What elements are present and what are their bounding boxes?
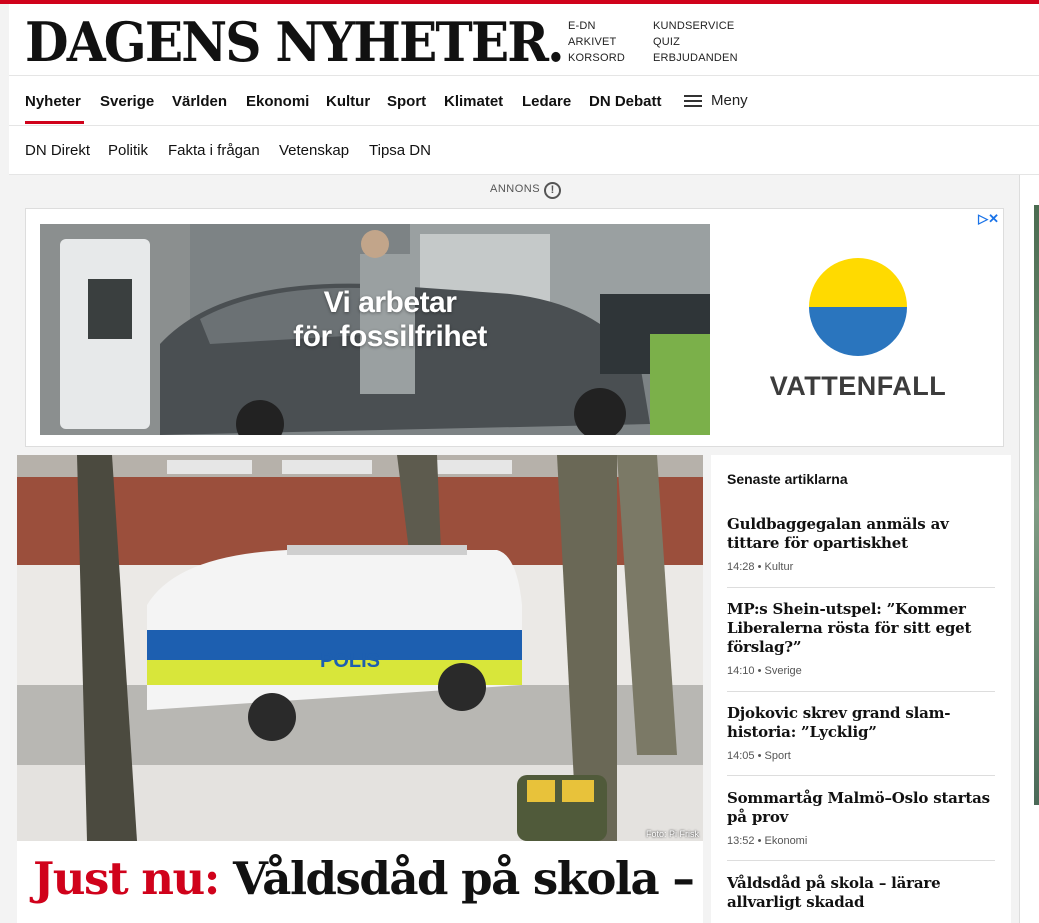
quick-link-korsord[interactable]: KORSORD [568,50,625,66]
ad-headline-line1: Vi arbetar [323,286,457,319]
main-article-card[interactable]: POLIS Foto: Pi Frisk Just nu: Våldsdåd p… [17,455,703,923]
latest-item[interactable]: Djokovic skrev grand slam-historia: ”Lyc… [727,704,995,776]
ad-image: Vi arbetar för fossilfrihet [40,224,710,435]
latest-item-title: Djokovic skrev grand slam-historia: ”Lyc… [727,704,951,741]
headline-text: Våldsdåd på skola – [233,852,695,905]
nav-item-varlden[interactable]: Världen [172,93,227,110]
ad-headline-line2: för fossilfrihet [293,320,487,353]
latest-item-meta: 14:28 • Kultur [727,561,794,573]
hero-photo-svg: POLIS [17,455,703,841]
nav-item-sport[interactable]: Sport [387,93,426,110]
menu-label: Meny [711,92,748,109]
latest-item-title: Sommartåg Malmö–Oslo startas på prov [727,789,990,826]
vehicle-text: POLIS [320,650,380,672]
latest-item[interactable]: Guldbaggegalan anmäls av tittare för opa… [727,515,995,588]
latest-item[interactable]: Sommartåg Malmö–Oslo startas på prov 13:… [727,789,995,861]
subnav-item-fakta[interactable]: Fakta i frågan [168,142,260,159]
latest-item-meta: 13:52 • Ekonomi [727,835,808,847]
quick-links-col1: E-DN ARKIVET KORSORD [568,18,625,66]
ad-brand-name: VATTENFALL [769,371,947,401]
subnav-item-politik[interactable]: Politik [108,142,148,159]
article-headline[interactable]: Just nu: Våldsdåd på skola – [33,852,695,905]
nav-item-ekonomi[interactable]: Ekonomi [246,93,309,110]
latest-item-meta: 14:05 • Sport [727,750,791,762]
subnav-item-dn-direkt[interactable]: DN Direkt [25,142,90,159]
sub-nav: DN Direkt Politik Fakta i frågan Vetensk… [9,126,1039,175]
quick-link-edn[interactable]: E-DN [568,18,625,34]
right-ad-strip [1034,205,1039,805]
quick-link-quiz[interactable]: QUIZ [653,34,738,50]
vattenfall-logo-icon [809,258,907,356]
quick-link-arkivet[interactable]: ARKIVET [568,34,625,50]
ad-label: ANNONS [490,183,541,195]
latest-item-title: Våldsdåd på skola – lärare allvarligt sk… [727,874,941,911]
menu-button[interactable]: Meny [684,92,748,110]
nav-item-klimatet[interactable]: Klimatet [444,93,503,110]
nav-active-indicator [25,121,84,124]
site-header: DAGENS NYHETER. E-DN ARKIVET KORSORD KUN… [9,4,1039,76]
latest-item[interactable]: MP:s Shein-utspel: ”Kommer Liberalerna r… [727,600,995,692]
latest-item-title: Guldbaggegalan anmäls av tittare för opa… [727,515,949,552]
ad-headline: Vi arbetar för fossilfrihet [240,286,540,354]
quick-link-erbjudanden[interactable]: ERBJUDANDEN [653,50,738,66]
ad-banner[interactable]: ▷✕ Vi arbetar för fossilfrihet VATTENFAL… [25,208,1004,447]
latest-item[interactable]: Våldsdåd på skola – lärare allvarligt sk… [727,874,995,923]
ad-info-icon[interactable]: ! [544,182,561,199]
subnav-item-tipsa[interactable]: Tipsa DN [369,142,431,159]
quick-link-kundservice[interactable]: KUNDSERVICE [653,18,738,34]
main-nav: Nyheter Sverige Världen Ekonomi Kultur S… [9,76,1039,126]
nav-item-kultur[interactable]: Kultur [326,93,370,110]
latest-title: Senaste artiklarna [727,471,848,487]
latest-item-meta: 14:10 • Sverige [727,665,802,677]
photo-credit: Foto: Pi Frisk [645,829,699,839]
nav-item-nyheter[interactable]: Nyheter [25,93,81,110]
quick-links-col2: KUNDSERVICE QUIZ ERBJUDANDEN [653,18,738,66]
latest-item-title: MP:s Shein-utspel: ”Kommer Liberalerna r… [727,600,972,656]
site-logo[interactable]: DAGENS NYHETER. [25,10,565,74]
nav-item-ledare[interactable]: Ledare [522,93,571,110]
hamburger-icon [684,92,702,110]
ad-choices-icon[interactable]: ▷✕ [978,211,999,227]
nav-item-sverige[interactable]: Sverige [100,93,154,110]
nav-item-dn-debatt[interactable]: DN Debatt [589,93,662,110]
latest-articles-panel: Senaste artiklarna Guldbaggegalan anmäls… [711,455,1011,923]
subnav-item-vetenskap[interactable]: Vetenskap [279,142,349,159]
headline-kicker: Just nu: [33,852,220,905]
article-hero-image[interactable]: POLIS Foto: Pi Frisk [17,455,703,841]
